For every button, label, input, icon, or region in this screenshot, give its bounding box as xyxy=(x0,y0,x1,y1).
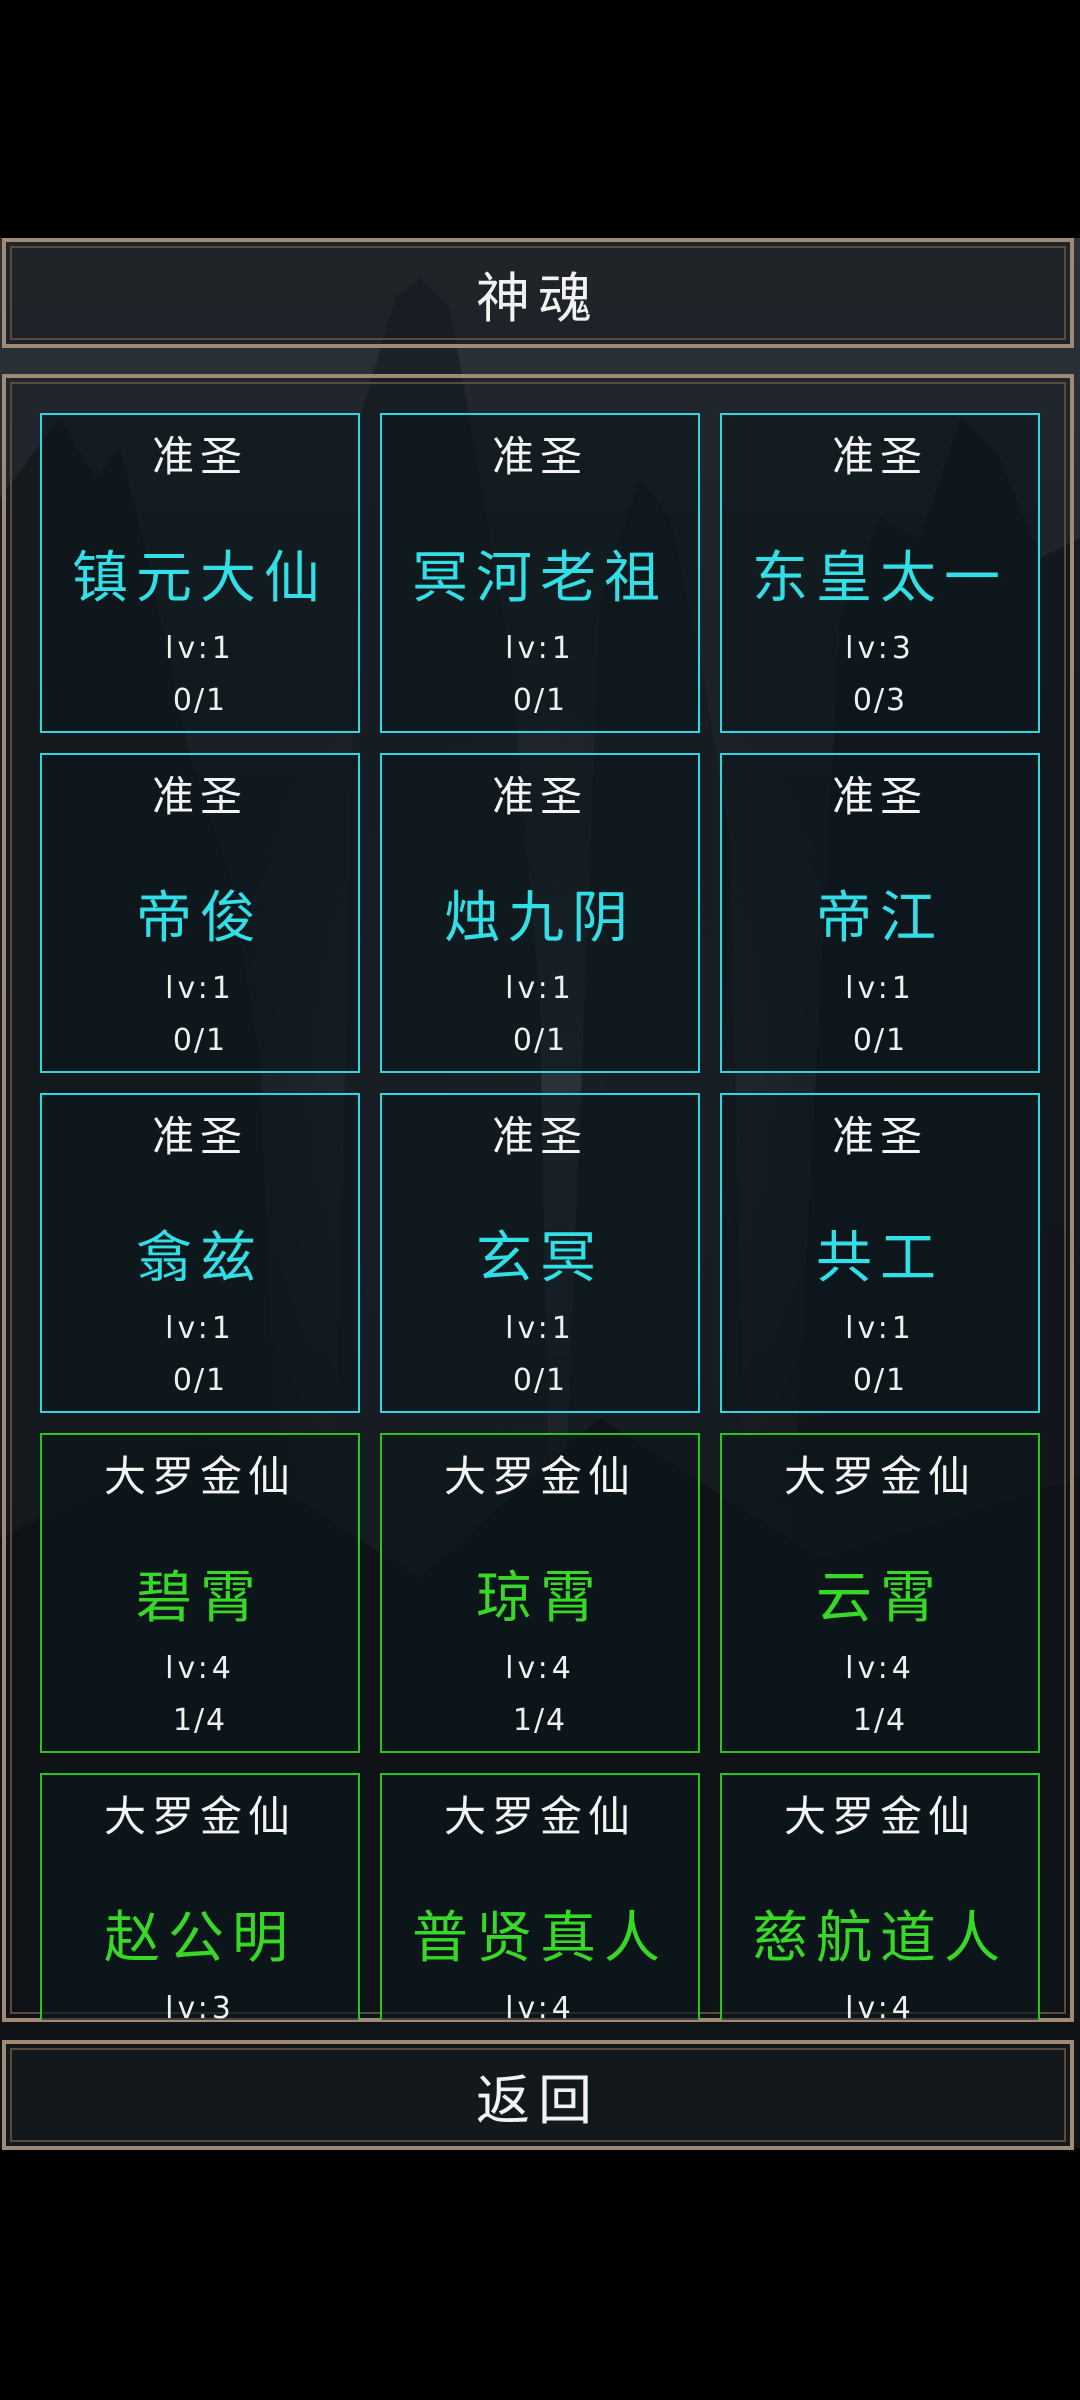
card-level: lv:1 xyxy=(505,631,575,666)
card-progress: 1/4 xyxy=(852,1703,908,1738)
card-name: 慈航道人 xyxy=(752,1906,1008,1971)
card-level: lv:4 xyxy=(165,1651,235,1686)
back-button-label: 返回 xyxy=(476,2068,600,2132)
soul-card[interactable]: 准圣 东皇太一 lv:3 0/3 xyxy=(720,413,1040,733)
soul-card[interactable]: 准圣 镇元大仙 lv:1 0/1 xyxy=(40,413,360,733)
card-progress: 0/1 xyxy=(512,1363,568,1398)
card-name: 共工 xyxy=(816,1226,944,1291)
soul-card[interactable]: 大罗金仙 云霄 lv:4 1/4 xyxy=(720,1433,1040,1753)
card-name: 普贤真人 xyxy=(412,1906,668,1971)
card-level: lv:1 xyxy=(845,971,915,1006)
game-screen: 神魂 准圣 镇元大仙 lv:1 0/1 准圣 冥河老祖 lv:1 0/1 准圣 … xyxy=(0,0,1080,2400)
card-level: lv:1 xyxy=(165,971,235,1006)
page-title: 神魂 xyxy=(476,266,600,330)
card-scroll-area[interactable]: 准圣 镇元大仙 lv:1 0/1 准圣 冥河老祖 lv:1 0/1 准圣 东皇太… xyxy=(40,413,1050,2020)
card-progress: 0/1 xyxy=(172,1023,228,1058)
card-name: 琼霄 xyxy=(476,1566,604,1631)
soul-card[interactable]: 大罗金仙 赵公明 lv:3 xyxy=(40,1773,360,2020)
card-progress: 1/4 xyxy=(172,1703,228,1738)
card-name: 翕兹 xyxy=(136,1226,264,1291)
card-rank: 准圣 xyxy=(831,772,928,821)
card-rank: 准圣 xyxy=(491,772,588,821)
back-button[interactable]: 返回 xyxy=(2,2040,1074,2150)
card-level: lv:1 xyxy=(505,971,575,1006)
soul-card[interactable]: 准圣 翕兹 lv:1 0/1 xyxy=(40,1093,360,1413)
card-progress: 1/4 xyxy=(512,1703,568,1738)
card-rank: 准圣 xyxy=(491,432,588,481)
card-progress: 0/1 xyxy=(172,1363,228,1398)
soul-card[interactable]: 准圣 玄冥 lv:1 0/1 xyxy=(380,1093,700,1413)
card-level: lv:4 xyxy=(845,1651,915,1686)
card-rank: 大罗金仙 xyxy=(103,1792,296,1841)
card-progress: 0/1 xyxy=(172,683,228,718)
card-rank: 准圣 xyxy=(151,432,248,481)
card-name: 烛九阴 xyxy=(444,886,636,951)
card-level: lv:1 xyxy=(165,631,235,666)
card-level: lv:1 xyxy=(845,1311,915,1346)
card-name: 镇元大仙 xyxy=(72,546,328,611)
soul-card[interactable]: 准圣 冥河老祖 lv:1 0/1 xyxy=(380,413,700,733)
soul-card[interactable]: 大罗金仙 慈航道人 lv:4 xyxy=(720,1773,1040,2020)
card-level: lv:3 xyxy=(165,1991,235,2020)
soul-card[interactable]: 准圣 共工 lv:1 0/1 xyxy=(720,1093,1040,1413)
card-name: 云霄 xyxy=(816,1566,944,1631)
soul-card-panel: 准圣 镇元大仙 lv:1 0/1 准圣 冥河老祖 lv:1 0/1 准圣 东皇太… xyxy=(2,374,1074,2022)
card-level: lv:4 xyxy=(505,1991,575,2020)
card-name: 冥河老祖 xyxy=(412,546,668,611)
card-name: 碧霄 xyxy=(136,1566,264,1631)
card-rank: 大罗金仙 xyxy=(443,1792,636,1841)
card-rank: 大罗金仙 xyxy=(783,1452,976,1501)
card-name: 帝俊 xyxy=(136,886,264,951)
soul-card[interactable]: 大罗金仙 碧霄 lv:4 1/4 xyxy=(40,1433,360,1753)
card-progress: 0/1 xyxy=(852,1363,908,1398)
card-level: lv:4 xyxy=(505,1651,575,1686)
card-name: 玄冥 xyxy=(476,1226,604,1291)
card-name: 帝江 xyxy=(816,886,944,951)
page-title-bar: 神魂 xyxy=(2,238,1074,348)
card-rank: 大罗金仙 xyxy=(443,1452,636,1501)
card-level: lv:1 xyxy=(505,1311,575,1346)
card-level: lv:1 xyxy=(165,1311,235,1346)
card-progress: 0/1 xyxy=(512,683,568,718)
card-rank: 准圣 xyxy=(831,432,928,481)
card-name: 赵公明 xyxy=(104,1906,296,1971)
card-level: lv:3 xyxy=(845,631,915,666)
soul-card[interactable]: 准圣 烛九阴 lv:1 0/1 xyxy=(380,753,700,1073)
card-grid: 准圣 镇元大仙 lv:1 0/1 准圣 冥河老祖 lv:1 0/1 准圣 东皇太… xyxy=(40,413,1050,2020)
soul-card[interactable]: 准圣 帝俊 lv:1 0/1 xyxy=(40,753,360,1073)
soul-card[interactable]: 大罗金仙 琼霄 lv:4 1/4 xyxy=(380,1433,700,1753)
soul-card[interactable]: 大罗金仙 普贤真人 lv:4 xyxy=(380,1773,700,2020)
card-progress: 0/1 xyxy=(852,1023,908,1058)
card-progress: 0/1 xyxy=(512,1023,568,1058)
card-rank: 准圣 xyxy=(831,1112,928,1161)
soul-card[interactable]: 准圣 帝江 lv:1 0/1 xyxy=(720,753,1040,1073)
card-progress: 0/3 xyxy=(852,683,908,718)
card-rank: 大罗金仙 xyxy=(783,1792,976,1841)
card-level: lv:4 xyxy=(845,1991,915,2020)
card-name: 东皇太一 xyxy=(752,546,1008,611)
card-rank: 准圣 xyxy=(151,772,248,821)
card-rank: 大罗金仙 xyxy=(103,1452,296,1501)
card-rank: 准圣 xyxy=(151,1112,248,1161)
card-rank: 准圣 xyxy=(491,1112,588,1161)
